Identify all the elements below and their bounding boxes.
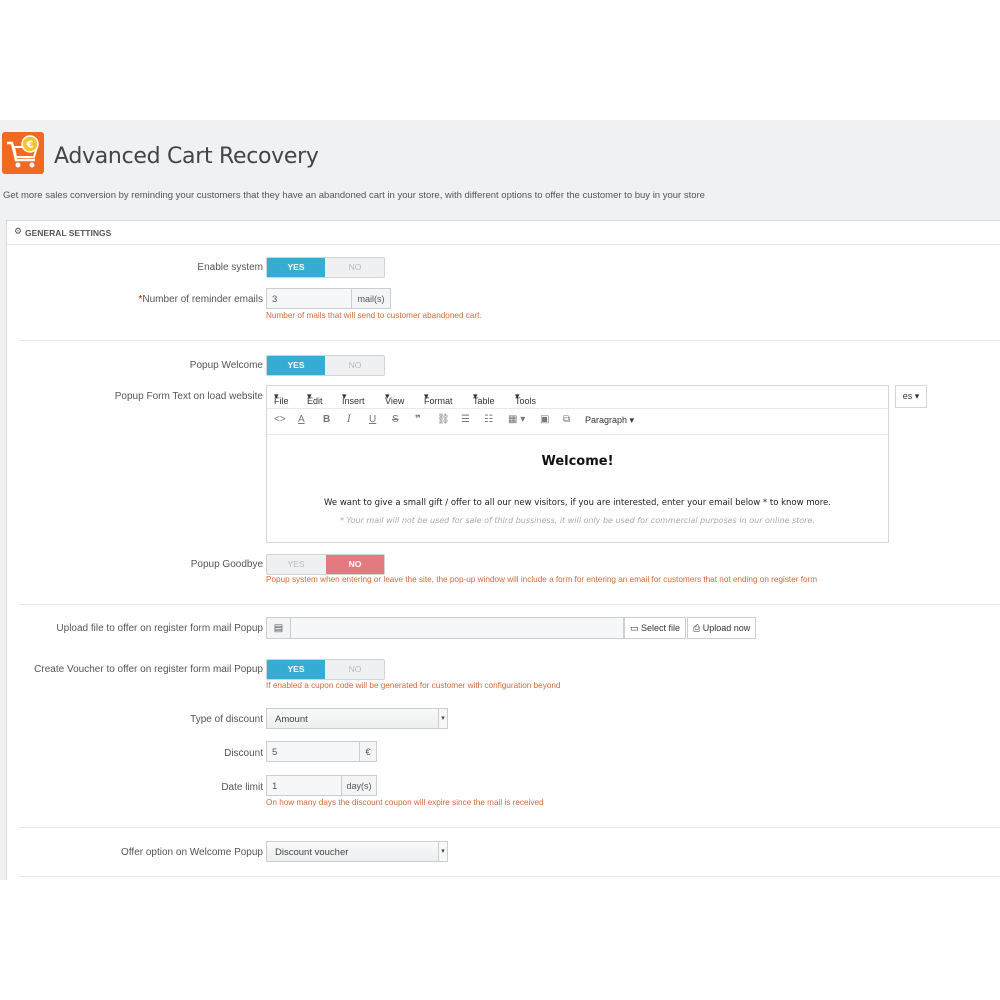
- popup-welcome-switch[interactable]: YES NO: [266, 355, 385, 376]
- blockquote-icon[interactable]: ❞: [415, 414, 421, 425]
- italic-icon[interactable]: I: [347, 414, 351, 425]
- menu-edit[interactable]: Edit ▾: [307, 391, 323, 406]
- editor-menubar: File ▾ Edit ▾ Insert ▾ View ▾ Format ▾ T…: [267, 386, 888, 409]
- editor-content[interactable]: Welcome! We want to give a small gift / …: [267, 434, 888, 542]
- date-limit-label: Date limit: [221, 782, 263, 793]
- popup-goodbye-yes[interactable]: YES: [267, 555, 325, 574]
- chevron-down-icon: ▾: [438, 709, 447, 728]
- panel-heading: ⚙ GENERAL SETTINGS: [7, 221, 1000, 245]
- menu-format[interactable]: Format ▾: [424, 391, 453, 406]
- type-of-discount-label: Type of discount: [190, 714, 263, 725]
- chevron-down-icon: ▾: [438, 842, 447, 861]
- menu-file[interactable]: File ▾: [274, 391, 289, 406]
- panel-heading-label: GENERAL SETTINGS: [25, 228, 112, 238]
- cart-euro-icon: €: [2, 132, 44, 174]
- editor-toolbar: <> A B I U S ❞ ⛓ ☰ ☷ ▦ ▾ ▣ ⧉ Paragraph ▾: [267, 408, 888, 435]
- editor-heading: Welcome!: [541, 454, 614, 469]
- create-voucher-yes[interactable]: YES: [267, 660, 325, 679]
- type-of-discount-select[interactable]: Amount ▾: [266, 708, 448, 729]
- paragraph-format-select[interactable]: Paragraph ▾: [585, 415, 634, 426]
- select-file-button[interactable]: ▭ Select file: [624, 617, 687, 639]
- popup-welcome-label: Popup Welcome: [189, 360, 263, 371]
- date-limit-suffix: day(s): [341, 775, 377, 796]
- divider: [18, 876, 1000, 877]
- discount-input[interactable]: 5: [266, 741, 360, 762]
- popup-goodbye-switch[interactable]: YES NO: [266, 554, 385, 575]
- media-icon[interactable]: ⧉: [563, 414, 570, 425]
- divider: [18, 827, 1000, 828]
- divider: [18, 340, 1000, 341]
- numbered-list-icon[interactable]: ☷: [484, 414, 493, 425]
- menu-table[interactable]: Table ▾: [473, 391, 495, 406]
- image-icon[interactable]: ▣: [540, 414, 549, 425]
- file-icon: ▤: [266, 617, 291, 639]
- strikethrough-icon[interactable]: S: [392, 414, 399, 425]
- enable-system-switch[interactable]: YES NO: [266, 257, 385, 278]
- offer-option-select[interactable]: Discount voucher ▾: [266, 841, 448, 862]
- language-selector[interactable]: es ▾: [895, 385, 927, 408]
- date-limit-help: On how many days the discount coupon wil…: [266, 798, 544, 807]
- reminder-emails-help: Number of mails that will send to custom…: [266, 311, 482, 320]
- underline-icon[interactable]: U: [369, 414, 376, 425]
- popup-goodbye-help: Popup system when entering or leave the …: [266, 575, 818, 584]
- editor-note: * Your mail will not be used for sale of…: [340, 516, 815, 525]
- reminder-emails-label: *Number of reminder emails: [138, 294, 263, 305]
- enable-system-no[interactable]: NO: [326, 258, 384, 277]
- popup-welcome-no[interactable]: NO: [326, 356, 384, 375]
- file-name-input[interactable]: [291, 617, 624, 639]
- offer-option-label: Offer option on Welcome Popup: [121, 847, 263, 858]
- bullet-list-icon[interactable]: ☰: [461, 414, 470, 425]
- discount-label: Discount: [224, 748, 263, 759]
- link-icon[interactable]: ⛓: [437, 414, 450, 425]
- create-voucher-help: If enabled a cupon code will be generate…: [266, 681, 561, 690]
- popup-form-text-label: Popup Form Text on load website: [114, 391, 263, 402]
- reminder-emails-input[interactable]: 3: [266, 288, 352, 309]
- divider: [18, 604, 1000, 605]
- text-color-icon[interactable]: A: [298, 414, 305, 425]
- popup-goodbye-label: Popup Goodbye: [190, 559, 263, 570]
- menu-tools[interactable]: Tools ▾: [515, 391, 536, 406]
- bold-icon[interactable]: B: [323, 414, 330, 425]
- menu-insert[interactable]: Insert ▾: [342, 391, 365, 406]
- create-voucher-no[interactable]: NO: [326, 660, 384, 679]
- code-icon[interactable]: <>: [274, 414, 286, 425]
- create-voucher-label: Create Voucher to offer on register form…: [34, 664, 263, 675]
- popup-goodbye-no[interactable]: NO: [326, 555, 384, 574]
- popup-welcome-yes[interactable]: YES: [267, 356, 325, 375]
- upload-file-label: Upload file to offer on register form ma…: [56, 623, 263, 634]
- gear-icon: ⚙: [14, 226, 23, 236]
- enable-system-label: Enable system: [197, 262, 263, 273]
- general-settings-panel: ⚙ GENERAL SETTINGS: [6, 220, 1000, 880]
- svg-text:€: €: [26, 140, 34, 151]
- page-subtitle: Get more sales conversion by reminding y…: [3, 190, 705, 201]
- menu-view[interactable]: View ▾: [385, 391, 404, 406]
- enable-system-yes[interactable]: YES: [267, 258, 325, 277]
- reminder-emails-label-text: Number of reminder emails: [142, 294, 263, 305]
- create-voucher-switch[interactable]: YES NO: [266, 659, 385, 680]
- upload-now-button[interactable]: ⎙ Upload now: [687, 617, 757, 639]
- rich-text-editor[interactable]: File ▾ Edit ▾ Insert ▾ View ▾ Format ▾ T…: [266, 385, 889, 543]
- date-limit-input[interactable]: 1: [266, 775, 342, 796]
- reminder-emails-suffix: mail(s): [351, 288, 391, 309]
- discount-currency-suffix: €: [359, 741, 377, 762]
- page-title: Advanced Cart Recovery: [54, 144, 319, 169]
- table-icon[interactable]: ▦ ▾: [508, 414, 525, 425]
- editor-paragraph: We want to give a small gift / offer to …: [324, 498, 831, 508]
